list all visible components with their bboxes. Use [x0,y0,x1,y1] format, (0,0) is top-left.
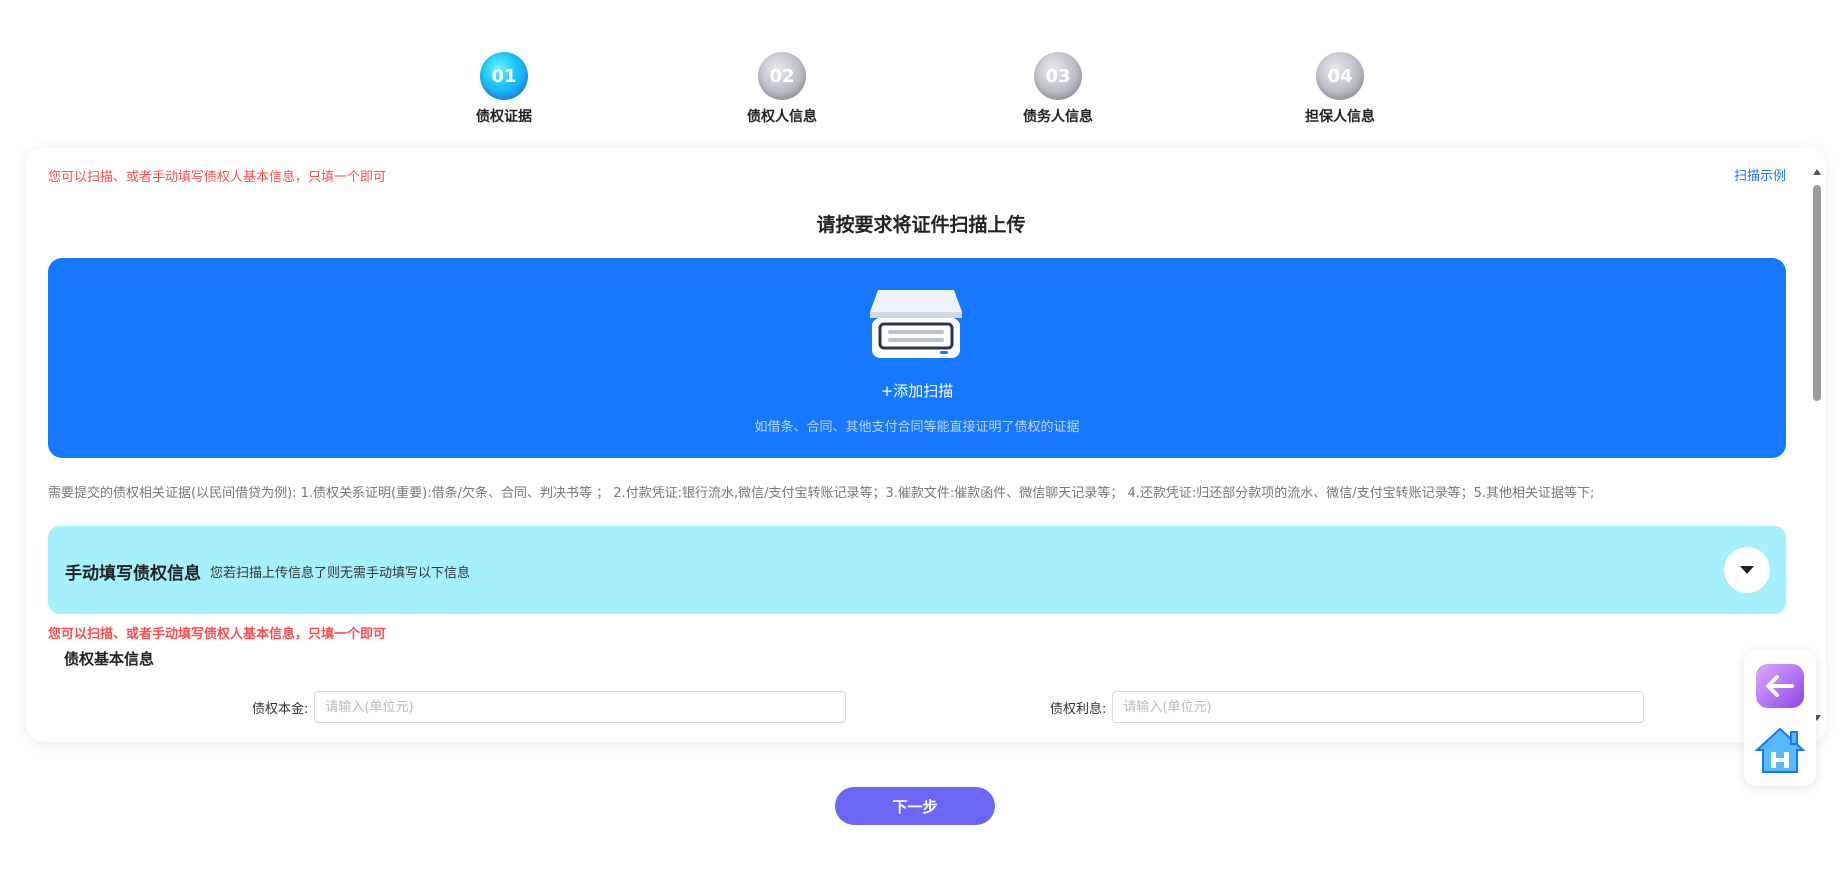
step-3-label: 债务人信息 [1023,109,1093,125]
interest-field-row: 债权利息: [1050,691,1645,723]
step-2-circle: 02 [758,52,806,100]
principal-label: 债权本金: [252,701,309,717]
manual-fill-subtitle: 您若扫描上传信息了则无需手动填写以下信息 [210,566,471,581]
scroll-thumb[interactable] [1813,185,1821,401]
manual-fill-panel[interactable]: 手动填写债权信息 您若扫描上传信息了则无需手动填写以下信息 [48,526,1786,614]
add-scan-label: +添加扫描 [880,382,954,400]
step-4-circle: 04 [1316,52,1364,100]
hint-text-bold: 您可以扫描、或者手动填写债权人基本信息，只填一个即可 [48,627,387,642]
step-2-label: 债权人信息 [747,109,817,125]
principal-input[interactable] [314,691,847,723]
step-1-label: 债权证据 [476,109,532,125]
hint-text: 您可以扫描、或者手动填写债权人基本信息，只填一个即可 [48,170,387,185]
scrollbar[interactable] [1810,165,1824,725]
next-step-button[interactable]: 下一步 [835,787,995,825]
arrow-left-icon [1766,675,1794,697]
step-1: 01 债权证据 [434,52,574,126]
step-3: 03 债务人信息 [988,52,1128,126]
principal-field-row: 债权本金: [252,691,847,723]
upload-description: 如借条、合同、其他支付合同等能直接证明了债权的证据 [754,420,1080,435]
home-icon[interactable] [1754,726,1806,776]
scroll-up-arrow-icon[interactable] [1813,169,1821,175]
step-1-circle: 01 [480,52,528,100]
interest-label: 债权利息: [1050,701,1107,717]
section-title: 债权基本信息 [64,650,155,668]
scanner-icon [870,290,962,358]
step-2: 02 债权人信息 [712,52,852,126]
upload-title: 请按要求将证件扫描上传 [816,214,1026,236]
floating-nav-panel [1744,650,1816,786]
step-4-label: 担保人信息 [1305,109,1375,125]
scan-example-link[interactable]: 扫描示例 [1734,165,1786,184]
step-3-circle: 03 [1034,52,1082,100]
back-button[interactable] [1756,664,1804,708]
add-scan-area[interactable]: +添加扫描 如借条、合同、其他支付合同等能直接证明了债权的证据 [48,258,1786,458]
evidence-requirements: 需要提交的债权相关证据(以民间借贷为例): 1.债权关系证明(重要):借条/欠条… [48,486,1595,501]
step-indicator: 01 债权证据 02 债权人信息 03 债务人信息 04 担保人信息 [0,52,1847,125]
manual-fill-title: 手动填写债权信息 [65,564,201,584]
interest-input[interactable] [1112,691,1645,723]
chevron-down-icon [1740,566,1754,574]
main-card: 您可以扫描、或者手动填写债权人基本信息，只填一个即可 扫描示例 请按要求将证件扫… [26,148,1826,742]
expand-toggle-button[interactable] [1724,547,1770,593]
step-4: 04 担保人信息 [1270,52,1410,126]
